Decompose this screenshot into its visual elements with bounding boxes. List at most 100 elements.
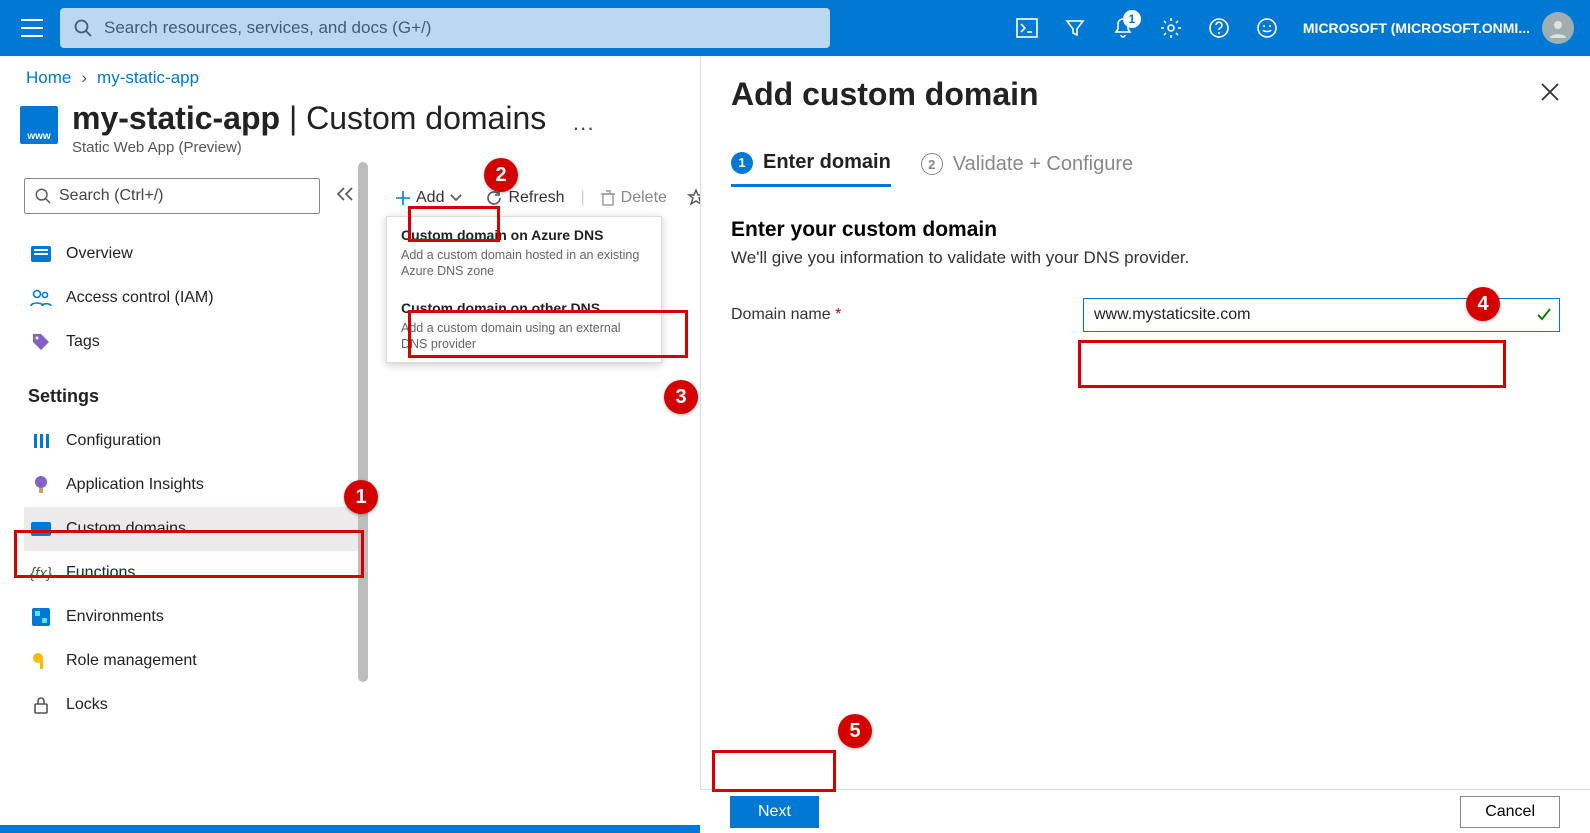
sidebar-item-label: Functions — [66, 564, 135, 582]
sidebar-item-label: Access control (IAM) — [66, 289, 214, 307]
notifications-button[interactable]: 1 — [1099, 4, 1147, 52]
sidebar-search-placeholder: Search (Ctrl+/) — [59, 187, 163, 205]
collapse-sidebar-button[interactable] — [336, 187, 354, 206]
dropdown-option-title: Custom domain on Azure DNS — [401, 227, 647, 243]
hamburger-button[interactable] — [8, 4, 56, 52]
cancel-button[interactable]: Cancel — [1460, 796, 1560, 828]
panel-title: Add custom domain — [731, 76, 1039, 113]
step-2[interactable]: 2 Validate + Configure — [921, 151, 1133, 187]
feedback-button[interactable] — [1243, 4, 1291, 52]
filter-button[interactable] — [1051, 4, 1099, 52]
sidebar-item-label: Overview — [66, 245, 133, 263]
delete-button[interactable]: Delete — [591, 183, 677, 213]
dropdown-option-other-dns[interactable]: Custom domain on other DNS Add a custom … — [387, 290, 661, 363]
function-icon: {fx} — [30, 562, 52, 584]
chevron-left-double-icon — [336, 187, 354, 201]
lightbulb-icon — [30, 474, 52, 496]
breadcrumb-home[interactable]: Home — [26, 68, 71, 88]
step-1[interactable]: 1 Enter domain — [731, 151, 891, 187]
sidebar-item-tags[interactable]: Tags — [24, 320, 362, 364]
tag-icon — [30, 331, 52, 353]
filter-icon — [1065, 18, 1085, 38]
page-title: my-static-app | Custom domains — [72, 100, 546, 137]
settings-button[interactable] — [1147, 4, 1195, 52]
callout-number-3: 3 — [664, 380, 698, 414]
search-icon — [35, 188, 51, 204]
breadcrumb-current[interactable]: my-static-app — [97, 68, 199, 88]
dropdown-option-subtitle: Add a custom domain hosted in an existin… — [401, 247, 647, 280]
section-heading: Enter your custom domain — [731, 218, 1560, 242]
sidebar-item-label: Configuration — [66, 432, 161, 450]
bottom-accent-strip — [0, 825, 700, 833]
overview-icon — [30, 243, 52, 265]
step-indicator: 1 Enter domain 2 Validate + Configure — [731, 151, 1560, 188]
global-search[interactable]: Search resources, services, and docs (G+… — [60, 8, 830, 48]
help-icon — [1208, 17, 1230, 39]
global-search-placeholder: Search resources, services, and docs (G+… — [104, 18, 431, 38]
dropdown-option-subtitle: Add a custom domain using an external DN… — [401, 320, 647, 353]
sidebar-item-label: Locks — [66, 696, 108, 714]
domain-name-label: Domain name * — [731, 306, 1083, 324]
add-domain-panel: Add custom domain 1 Enter domain 2 Valid… — [700, 56, 1590, 789]
sidebar-item-configuration[interactable]: Configuration — [24, 419, 362, 463]
configuration-icon — [30, 430, 52, 452]
person-icon — [1548, 18, 1568, 38]
domain-name-field-row: Domain name * — [731, 298, 1560, 332]
add-button-label: Add — [416, 189, 444, 207]
sidebar-item-environments[interactable]: Environments — [24, 595, 362, 639]
plus-icon — [396, 191, 410, 205]
step-number-badge: 1 — [731, 152, 753, 174]
key-icon — [30, 650, 52, 672]
user-tenant-label[interactable]: MICROSOFT (MICROSOFT.ONMI... — [1303, 20, 1530, 36]
sidebar-item-label: Custom domains — [66, 520, 186, 538]
step-label: Validate + Configure — [953, 153, 1133, 176]
page-subtitle: Static Web App (Preview) — [72, 139, 546, 156]
gear-icon — [1160, 17, 1182, 39]
dropdown-option-title: Custom domain on other DNS — [401, 300, 647, 316]
callout-number-2: 2 — [484, 158, 518, 192]
sidebar-item-functions[interactable]: {fx} Functions — [24, 551, 362, 595]
sidebar-item-label: Application Insights — [66, 476, 204, 494]
chevron-right-icon: › — [81, 68, 87, 88]
cloud-shell-icon — [1016, 18, 1038, 38]
refresh-button-label: Refresh — [508, 189, 564, 207]
close-panel-button[interactable] — [1540, 82, 1560, 107]
top-bar: Search resources, services, and docs (G+… — [0, 0, 1590, 56]
chevron-down-icon — [450, 194, 462, 202]
domain-icon — [30, 518, 52, 540]
sidebar-item-label: Role management — [66, 652, 197, 670]
hamburger-icon — [21, 19, 43, 37]
sidebar-item-insights[interactable]: Application Insights — [24, 463, 362, 507]
callout-number-4: 4 — [1466, 287, 1500, 321]
lock-icon — [30, 694, 52, 716]
step-number-badge: 2 — [921, 153, 943, 175]
help-button[interactable] — [1195, 4, 1243, 52]
sidebar-item-iam[interactable]: Access control (IAM) — [24, 276, 362, 320]
checkmark-icon — [1536, 307, 1552, 323]
trash-icon — [601, 190, 615, 206]
sidebar-search[interactable]: Search (Ctrl+/) — [24, 178, 320, 214]
delete-button-label: Delete — [621, 189, 667, 207]
refresh-icon — [486, 190, 502, 206]
more-button[interactable]: ··· — [572, 115, 594, 141]
search-icon — [74, 19, 92, 37]
sidebar-item-role-management[interactable]: Role management — [24, 639, 362, 683]
smiley-icon — [1256, 17, 1278, 39]
callout-number-5: 5 — [838, 714, 872, 748]
add-dropdown: Custom domain on Azure DNS Add a custom … — [386, 216, 662, 363]
people-icon — [30, 287, 52, 309]
sidebar-section-settings: Settings — [28, 386, 362, 407]
callout-number-1: 1 — [344, 480, 378, 514]
next-button[interactable]: Next — [730, 796, 819, 828]
notification-badge: 1 — [1123, 10, 1141, 28]
sidebar-item-overview[interactable]: Overview — [24, 232, 362, 276]
sidebar-item-custom-domains[interactable]: Custom domains — [24, 507, 362, 551]
user-avatar[interactable] — [1542, 12, 1574, 44]
sidebar: Search (Ctrl+/) Overview Access control … — [0, 178, 362, 827]
step-label: Enter domain — [763, 151, 891, 174]
cloud-shell-button[interactable] — [1003, 4, 1051, 52]
add-button[interactable]: Add — [386, 183, 472, 213]
dropdown-option-azure-dns[interactable]: Custom domain on Azure DNS Add a custom … — [387, 217, 661, 290]
sidebar-item-locks[interactable]: Locks — [24, 683, 362, 727]
environments-icon — [30, 606, 52, 628]
